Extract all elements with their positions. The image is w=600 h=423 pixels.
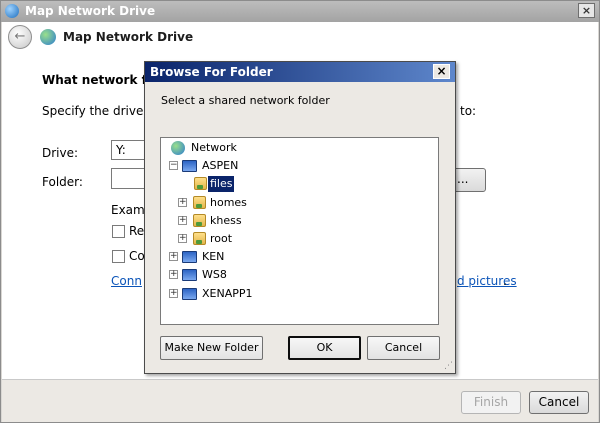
main-titlebar: Map Network Drive × <box>1 1 599 22</box>
network-drive-icon <box>5 4 19 18</box>
tree-item-network[interactable]: Network <box>171 140 291 156</box>
dialog-prompt: Select a shared network folder <box>161 94 330 107</box>
expand-icon[interactable]: + <box>169 270 178 279</box>
computer-icon <box>182 251 197 263</box>
tree-item-label: KEN <box>202 250 225 263</box>
expand-icon[interactable]: + <box>178 198 187 207</box>
tree-item-ws8[interactable]: + WS8 <box>169 267 289 283</box>
wizard-header: ← Map Network Drive <box>2 22 598 55</box>
back-button[interactable]: ← <box>8 25 32 49</box>
network-drive-icon <box>40 29 56 45</box>
shared-folder-icon <box>193 232 206 245</box>
browse-for-folder-dialog: Browse For Folder × Select a shared netw… <box>144 61 456 374</box>
tree-item-files[interactable]: files <box>194 175 314 193</box>
tree-item-label: Network <box>191 141 237 154</box>
tree-item-label: homes <box>210 196 247 209</box>
dialog-title: Browse For Folder <box>150 65 273 79</box>
expand-icon[interactable]: + <box>169 289 178 298</box>
connect-website-link-tail[interactable]: d pictures <box>457 274 517 288</box>
tree-item-root[interactable]: + root <box>178 231 298 247</box>
shared-folder-icon <box>193 214 206 227</box>
expand-icon[interactable]: + <box>178 216 187 225</box>
ok-button[interactable]: OK <box>288 336 361 360</box>
network-icon <box>171 141 185 155</box>
main-window-title: Map Network Drive <box>25 4 156 18</box>
link-trailing-period: . <box>503 274 507 288</box>
computer-icon <box>182 269 197 281</box>
shared-folder-icon <box>194 177 207 190</box>
dialog-titlebar: Browse For Folder × <box>145 62 455 82</box>
wizard-footer: Finish Cancel <box>2 379 598 422</box>
tree-item-ken[interactable]: + KEN <box>169 249 289 265</box>
dialog-cancel-button[interactable]: Cancel <box>367 336 440 360</box>
specify-instructions-tail: to: <box>460 104 477 118</box>
cancel-button[interactable]: Cancel <box>529 391 589 414</box>
dialog-close-button[interactable]: × <box>433 64 450 79</box>
tree-item-label: khess <box>210 214 242 227</box>
resize-grip-icon[interactable]: ⋰ <box>443 361 453 371</box>
make-new-folder-button[interactable]: Make New Folder <box>160 336 263 360</box>
expand-icon[interactable]: + <box>178 234 187 243</box>
tree-item-label: ASPEN <box>202 159 239 172</box>
expand-icon[interactable]: + <box>169 252 178 261</box>
tree-item-xenapp1[interactable]: + XENAPP1 <box>169 286 289 302</box>
tree-item-label-selected: files <box>206 175 236 193</box>
finish-button[interactable]: Finish <box>461 391 521 414</box>
tree-item-label: root <box>210 232 233 245</box>
credentials-checkbox[interactable] <box>112 250 125 263</box>
drive-label: Drive: <box>42 146 79 160</box>
collapse-icon[interactable]: − <box>169 161 178 170</box>
computer-icon <box>182 288 197 300</box>
tree-item-homes[interactable]: + homes <box>178 195 298 211</box>
credentials-checkbox-label: Co <box>129 249 145 263</box>
tree-item-label: XENAPP1 <box>202 287 253 300</box>
reconnect-checkbox-label: Re <box>129 224 145 238</box>
tree-item-khess[interactable]: + khess <box>178 213 298 229</box>
main-close-button[interactable]: × <box>578 3 595 18</box>
folder-tree[interactable]: Network − ASPEN files + homes + khess + <box>160 137 439 325</box>
connect-website-link[interactable]: Conn <box>111 274 142 288</box>
tree-item-label: WS8 <box>202 268 227 281</box>
tree-item-aspen[interactable]: − ASPEN <box>169 158 289 174</box>
computer-icon <box>182 160 197 172</box>
folder-label: Folder: <box>42 175 83 189</box>
wizard-title: Map Network Drive <box>63 30 194 44</box>
shared-folder-icon <box>193 196 206 209</box>
reconnect-checkbox[interactable] <box>112 225 125 238</box>
